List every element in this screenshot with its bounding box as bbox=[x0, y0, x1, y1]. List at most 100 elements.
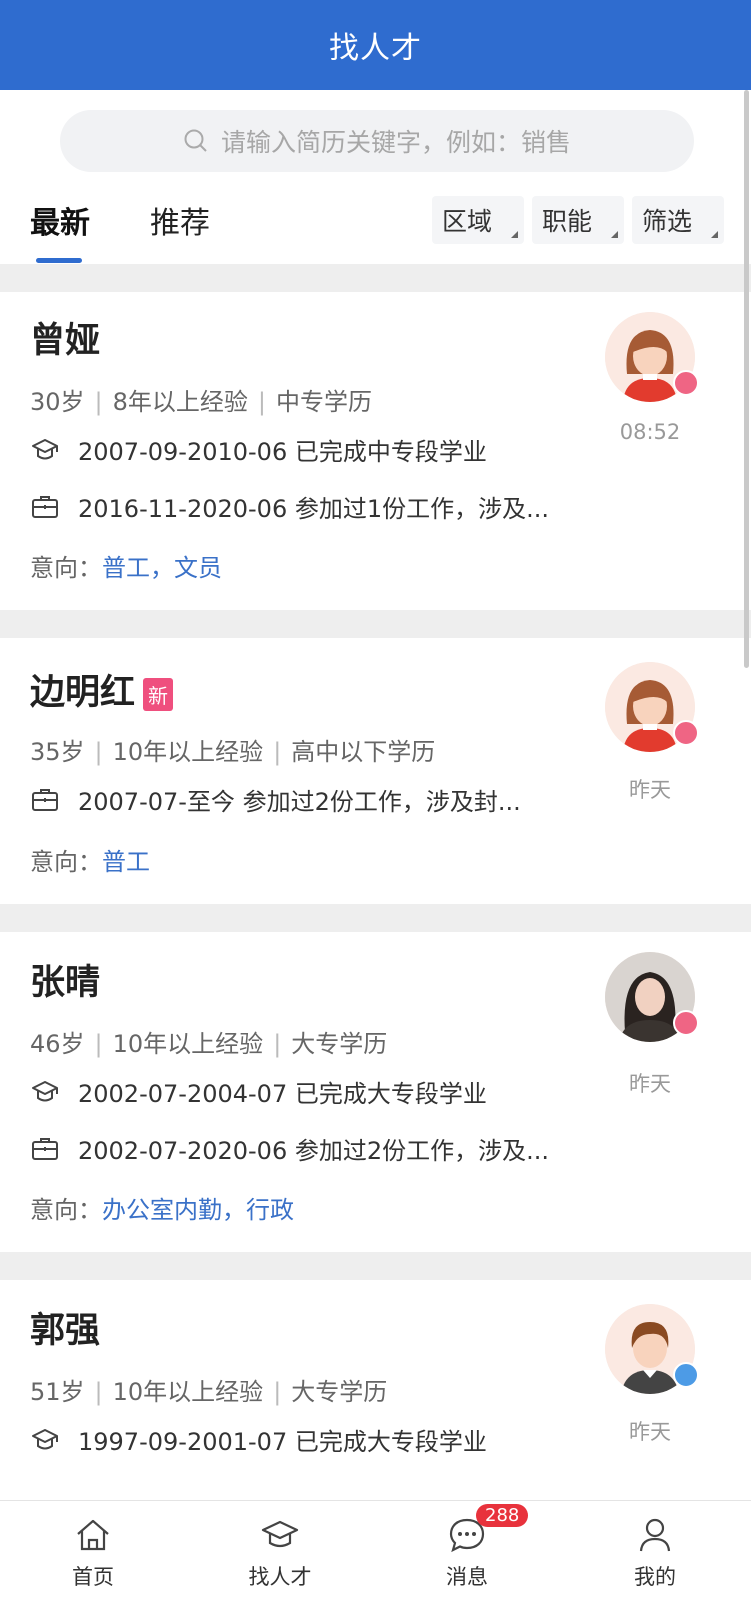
dropdown-triangle-icon bbox=[611, 231, 618, 238]
section-divider bbox=[0, 610, 751, 638]
candidate-meta: 30岁 | 8年以上经验 | 中专学历 bbox=[30, 382, 372, 417]
update-time: 昨天 bbox=[629, 778, 671, 802]
filter-screen-label: 筛选 bbox=[642, 207, 693, 236]
nav-messages-label: 消息 bbox=[446, 1565, 488, 1589]
candidate-avatar bbox=[605, 1304, 699, 1394]
meta-separator: | bbox=[273, 1030, 282, 1058]
candidate-name: 曾娅 bbox=[30, 321, 101, 361]
section-divider bbox=[0, 904, 751, 932]
intent-row: 意向：办公室内勤，行政 bbox=[30, 1190, 294, 1225]
filter-screen-button[interactable]: 筛选 bbox=[632, 196, 724, 244]
tab-latest[interactable]: 最新 bbox=[30, 198, 90, 242]
update-time: 08:52 bbox=[619, 420, 681, 444]
nav-find-talent[interactable]: 找人才 bbox=[205, 1501, 355, 1600]
intent-value: 普工 bbox=[102, 848, 150, 876]
candidate-experience: 8年以上经验 bbox=[112, 388, 248, 416]
graduation-cap-icon bbox=[32, 438, 58, 459]
meta-separator: | bbox=[94, 388, 103, 416]
work-text: 2002-07-2020-06 参加过2份工作，涉及... bbox=[78, 1137, 549, 1165]
intent-value: 普工，文员 bbox=[102, 554, 222, 582]
candidate-avatar bbox=[605, 312, 699, 402]
intent-value: 办公室内勤，行政 bbox=[102, 1196, 294, 1224]
section-divider bbox=[0, 1252, 751, 1280]
graduation-cap-icon bbox=[261, 1520, 299, 1548]
briefcase-icon bbox=[32, 788, 58, 811]
nav-home-label: 首页 bbox=[72, 1565, 114, 1589]
filter-region-label: 区域 bbox=[442, 207, 493, 236]
candidate-meta: 35岁 | 10年以上经验 | 高中以下学历 bbox=[30, 732, 435, 767]
intent-row: 意向：普工，文员 bbox=[30, 548, 222, 583]
search-input[interactable]: 请输入简历关键字，例如：销售 bbox=[60, 110, 694, 172]
graduation-cap-icon bbox=[32, 1080, 58, 1101]
intent-label: 意向： bbox=[30, 848, 102, 876]
female-badge-icon bbox=[673, 720, 699, 746]
meta-separator: | bbox=[94, 1030, 103, 1058]
nav-mine-label: 我的 bbox=[634, 1565, 676, 1589]
search-icon bbox=[184, 129, 207, 152]
education-row: 2007-09-2010-06 已完成中专段学业 bbox=[30, 432, 487, 467]
candidate-card[interactable]: 曾娅 30岁 | 8年以上经验 | 中专学历 2007-09-2010-06 已完成中专… bbox=[0, 292, 751, 610]
education-text: 2007-09-2010-06 已完成中专段学业 bbox=[78, 438, 487, 466]
education-text: 1997-09-2001-07 已完成大专段学业 bbox=[78, 1428, 487, 1456]
nav-find-talent-label: 找人才 bbox=[248, 1565, 312, 1589]
candidate-age: 46岁 bbox=[30, 1030, 85, 1058]
candidate-name-row: 边明红新 bbox=[30, 664, 174, 715]
nav-home[interactable]: 首页 bbox=[18, 1501, 168, 1600]
meta-separator: | bbox=[273, 1378, 282, 1406]
active-tab-indicator bbox=[36, 258, 82, 263]
meta-separator: | bbox=[257, 388, 267, 416]
candidate-avatar bbox=[605, 952, 699, 1042]
candidate-age: 51岁 bbox=[30, 1378, 85, 1406]
dropdown-triangle-icon bbox=[711, 231, 718, 238]
bottom-navigation: 首页 找人才 消息 288 我的 bbox=[0, 1500, 751, 1600]
meta-separator: | bbox=[94, 1378, 103, 1406]
work-text: 2007-07-至今 参加过2份工作，涉及封... bbox=[78, 788, 521, 816]
tabs-filter-bar: 最新 推荐 区域 职能 筛选 bbox=[0, 186, 751, 264]
filter-region-button[interactable]: 区域 bbox=[432, 196, 524, 244]
nav-messages[interactable]: 消息 288 bbox=[392, 1501, 542, 1600]
candidate-age: 30岁 bbox=[30, 388, 85, 416]
candidate-experience: 10年以上经验 bbox=[112, 1030, 264, 1058]
nav-mine[interactable]: 我的 bbox=[580, 1501, 730, 1600]
filter-function-button[interactable]: 职能 bbox=[532, 196, 624, 244]
tab-recommend[interactable]: 推荐 bbox=[150, 198, 210, 242]
candidate-experience: 10年以上经验 bbox=[112, 1378, 264, 1406]
candidate-education: 大专学历 bbox=[291, 1030, 388, 1058]
candidate-name: 张晴 bbox=[30, 963, 101, 1003]
male-badge-icon bbox=[673, 1362, 699, 1388]
section-divider bbox=[0, 264, 751, 292]
candidate-card[interactable]: 边明红新 35岁 | 10年以上经验 | 高中以下学历 2007-07-至今 参加过2份… bbox=[0, 638, 751, 904]
scrollbar[interactable] bbox=[744, 90, 749, 668]
search-area: 请输入简历关键字，例如：销售 bbox=[0, 90, 751, 186]
work-row: 2016-11-2020-06 参加过1份工作，涉及... bbox=[30, 489, 549, 524]
education-row: 2002-07-2004-07 已完成大专段学业 bbox=[30, 1074, 487, 1109]
candidate-education: 大专学历 bbox=[291, 1378, 388, 1406]
work-row: 2007-07-至今 参加过2份工作，涉及封... bbox=[30, 782, 521, 817]
intent-row: 意向：普工 bbox=[30, 842, 150, 877]
graduation-cap-icon bbox=[32, 1428, 58, 1449]
dropdown-triangle-icon bbox=[511, 231, 518, 238]
user-icon bbox=[639, 1518, 671, 1552]
candidate-experience: 10年以上经验 bbox=[112, 738, 264, 766]
candidate-card[interactable]: 张晴 46岁 | 10年以上经验 | 大专学历 2002-07-2004-07 已完成大… bbox=[0, 932, 751, 1252]
work-text: 2016-11-2020-06 参加过1份工作，涉及... bbox=[78, 495, 549, 523]
meta-separator: | bbox=[94, 738, 103, 766]
home-icon bbox=[77, 1519, 109, 1551]
page-title: 找人才 bbox=[329, 31, 422, 66]
candidate-name: 边明红 bbox=[30, 673, 136, 713]
candidate-name: 郭强 bbox=[30, 1311, 101, 1351]
female-badge-icon bbox=[673, 370, 699, 396]
update-time: 昨天 bbox=[629, 1072, 671, 1096]
meta-separator: | bbox=[273, 738, 282, 766]
candidate-card[interactable]: 郭强 51岁 | 10年以上经验 | 大专学历 1997-09-2001-07 已完成大… bbox=[0, 1280, 751, 1500]
candidate-age: 35岁 bbox=[30, 738, 85, 766]
work-row: 2002-07-2020-06 参加过2份工作，涉及... bbox=[30, 1131, 549, 1166]
candidate-education: 中专学历 bbox=[276, 388, 373, 416]
search-placeholder: 请输入简历关键字，例如：销售 bbox=[220, 128, 571, 157]
education-text: 2002-07-2004-07 已完成大专段学业 bbox=[78, 1080, 487, 1108]
briefcase-icon bbox=[32, 495, 58, 518]
education-row: 1997-09-2001-07 已完成大专段学业 bbox=[30, 1422, 487, 1457]
candidate-avatar bbox=[605, 662, 699, 752]
female-badge-icon bbox=[673, 1010, 699, 1036]
message-count-badge: 288 bbox=[476, 1504, 529, 1527]
